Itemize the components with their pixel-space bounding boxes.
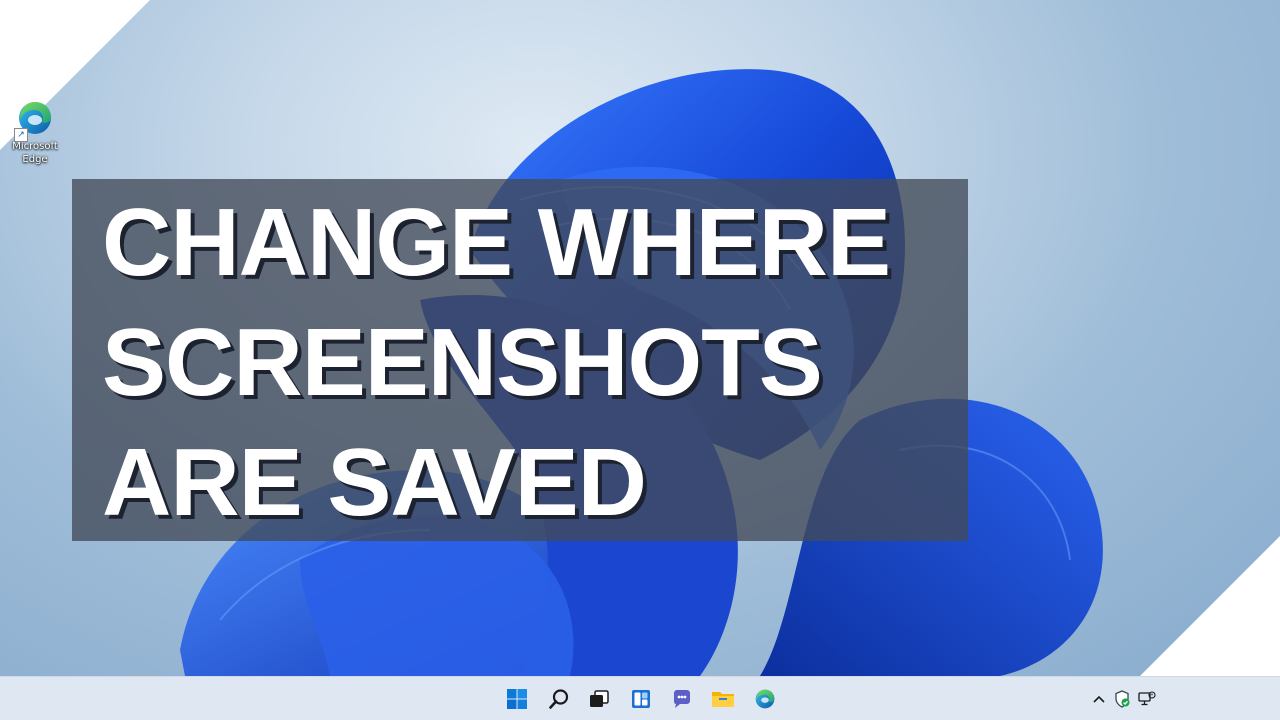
taskbar-file-explorer-button[interactable] [709,685,737,713]
taskbar-widgets-button[interactable] [627,685,655,713]
chevron-up-icon [1093,695,1105,703]
shortcut-arrow-icon: ↗ [14,128,28,142]
chat-icon [674,690,690,708]
desktop-shortcut-edge[interactable]: ↗ Microsoft Edge [4,98,66,166]
taskbar-search-button[interactable] [545,685,573,713]
taskbar-task-view-button[interactable] [585,685,613,713]
edge-icon [755,689,775,709]
desktop: ↗ Microsoft Edge CHANGE WHERE SCREENSHOT… [0,0,1280,676]
banner-line-2: SCREENSHOTS [102,309,823,416]
corner-decoration-bottom-right [1140,536,1280,676]
taskbar [0,676,1280,720]
taskbar-start-button[interactable] [503,685,531,713]
desktop-shortcut-label: Microsoft Edge [12,141,58,165]
tray-network-button[interactable] [1138,689,1156,709]
security-shield-icon [1115,690,1130,708]
file-explorer-icon [712,692,734,707]
banner-line-1: CHANGE WHERE [102,189,891,296]
banner-line-3: ARE SAVED [102,429,647,536]
title-banner: CHANGE WHERE SCREENSHOTS ARE SAVED [72,179,968,541]
tray-overflow-button[interactable] [1092,689,1106,709]
widgets-icon [632,690,650,708]
tray-security-button[interactable] [1113,689,1131,709]
taskbar-edge-button[interactable] [751,685,779,713]
taskbar-chat-button[interactable] [668,685,696,713]
search-icon [549,689,569,709]
windows-start-icon [507,689,527,709]
network-icon [1138,691,1156,706]
task-view-icon [590,690,609,707]
